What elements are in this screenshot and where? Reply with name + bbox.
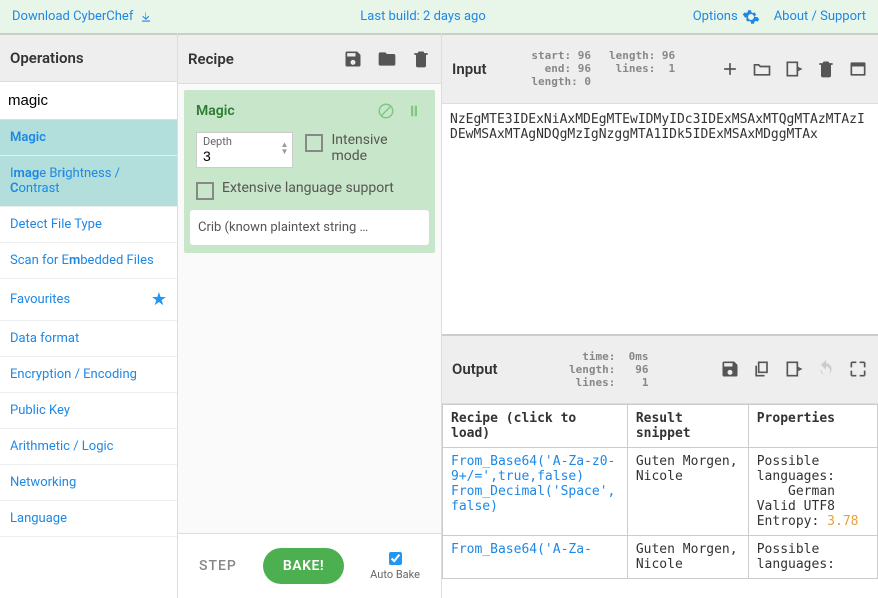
operation-item[interactable]: Language xyxy=(0,501,177,537)
recipe-header: Recipe xyxy=(178,33,441,84)
download-icon xyxy=(139,10,153,24)
op-card-title: Magic xyxy=(196,103,235,119)
maximize-icon[interactable] xyxy=(848,359,868,379)
depth-input[interactable] xyxy=(203,148,263,164)
recipe-toolbar xyxy=(343,49,431,69)
output-stats: time: 0ms length: 96 lines: 1 xyxy=(569,350,648,390)
stepper-icon[interactable]: ▲▼ xyxy=(281,141,289,155)
output-body: Recipe (click to load)Result snippetProp… xyxy=(442,404,878,598)
autobake-checkbox[interactable] xyxy=(389,552,402,565)
input-stats-length: length: 96 lines: 1 xyxy=(609,49,675,89)
autobake-label: Auto Bake xyxy=(370,568,420,581)
crib-field[interactable]: Crib (known plaintext string … xyxy=(190,210,429,245)
recipe-link-cell[interactable]: From_Base64('A-Za- xyxy=(443,536,628,579)
bake-button[interactable]: BAKE! xyxy=(263,548,344,584)
reset-layout-icon[interactable] xyxy=(848,59,868,79)
recipe-link-cell[interactable]: From_Base64('A-Za-z0-9+/=',true,false) F… xyxy=(443,448,628,536)
pause-icon[interactable] xyxy=(405,102,423,120)
operations-list: MagicImage Brightness / ContrastDetect F… xyxy=(0,120,177,598)
open-folder-icon[interactable] xyxy=(752,59,772,79)
operations-panel: Operations MagicImage Brightness / Contr… xyxy=(0,33,178,598)
folder-icon[interactable] xyxy=(377,49,397,69)
intensive-checkbox[interactable]: Intensive mode xyxy=(305,132,423,164)
operation-item[interactable]: Detect File Type xyxy=(0,207,177,243)
last-build-link[interactable]: Last build: 2 days ago xyxy=(360,9,485,24)
save-icon[interactable] xyxy=(343,49,363,69)
extensive-label: Extensive language support xyxy=(222,180,394,196)
operation-item[interactable]: Image Brightness / Contrast xyxy=(0,156,177,207)
operation-item[interactable]: Scan for Embedded Files xyxy=(0,243,177,279)
checkbox-icon xyxy=(305,134,323,152)
recipe-body: Magic Depth ▲▼ Intensive mode xyxy=(178,84,441,533)
input-title: Input xyxy=(452,60,487,78)
star-icon: ★ xyxy=(151,289,167,310)
operation-item[interactable]: Data format xyxy=(0,321,177,357)
operation-item[interactable]: Magic xyxy=(0,120,177,156)
recipe-panel: Recipe Magic Depth xyxy=(178,33,442,598)
output-title: Output xyxy=(452,360,498,378)
about-link[interactable]: About / Support xyxy=(774,9,866,24)
table-row: From_Base64('A-Za-Guten Morgen, NicolePo… xyxy=(443,536,878,579)
search-input[interactable] xyxy=(0,82,177,120)
replace-input-icon[interactable] xyxy=(784,359,804,379)
trash-icon[interactable] xyxy=(411,49,431,69)
operations-title: Operations xyxy=(0,33,177,82)
options-link[interactable]: Options xyxy=(693,8,760,26)
step-button[interactable]: STEP xyxy=(199,558,237,574)
operation-item[interactable]: Networking xyxy=(0,465,177,501)
download-link[interactable]: Download CyberChef xyxy=(12,9,153,24)
magic-table: Recipe (click to load)Result snippetProp… xyxy=(442,404,878,579)
result-cell: Guten Morgen, Nicole xyxy=(627,536,748,579)
recipe-title: Recipe xyxy=(188,50,234,68)
operation-item[interactable]: Favourites★ xyxy=(0,279,177,321)
autobake-toggle[interactable]: Auto Bake xyxy=(370,552,420,581)
clear-input-icon[interactable] xyxy=(816,59,836,79)
properties-cell: Possible languages: xyxy=(748,536,877,579)
disable-icon[interactable] xyxy=(377,102,395,120)
recipe-footer: STEP BAKE! Auto Bake xyxy=(178,533,441,598)
table-header: Recipe (click to load) xyxy=(443,405,628,448)
download-label: Download CyberChef xyxy=(12,9,133,24)
save-output-icon[interactable] xyxy=(720,359,740,379)
input-textarea[interactable]: NzEgMTE3IDExNiAxMDEgMTEwIDMyIDc3IDExMSAx… xyxy=(442,104,878,334)
depth-field[interactable]: Depth ▲▼ xyxy=(196,132,293,168)
intensive-label: Intensive mode xyxy=(331,132,423,164)
result-cell: Guten Morgen, Nicole xyxy=(627,448,748,536)
top-right: Options About / Support xyxy=(693,8,866,26)
copy-output-icon[interactable] xyxy=(752,359,772,379)
table-row: From_Base64('A-Za-z0-9+/=',true,false) F… xyxy=(443,448,878,536)
output-header: Output time: 0ms length: 96 lines: 1 xyxy=(442,334,878,405)
extensive-checkbox[interactable]: Extensive language support xyxy=(196,180,394,200)
checkbox-icon xyxy=(196,182,214,200)
output-toolbar xyxy=(720,359,868,379)
undo-icon[interactable] xyxy=(816,359,836,379)
operation-item[interactable]: Arithmetic / Logic xyxy=(0,429,177,465)
options-label: Options xyxy=(693,9,738,24)
gear-icon xyxy=(742,8,760,26)
table-header: Properties xyxy=(748,405,877,448)
table-header: Result snippet xyxy=(627,405,748,448)
operation-item[interactable]: Public Key xyxy=(0,393,177,429)
operation-item[interactable]: Encryption / Encoding xyxy=(0,357,177,393)
top-bar: Download CyberChef Last build: 2 days ag… xyxy=(0,0,878,33)
io-panel: Input start: 96 end: 96 length: 0 length… xyxy=(442,33,878,598)
properties-cell: Possible languages: German Valid UTF8 En… xyxy=(748,448,877,536)
input-stats-selection: start: 96 end: 96 length: 0 xyxy=(531,49,591,89)
add-tab-icon[interactable] xyxy=(720,59,740,79)
operation-card-magic: Magic Depth ▲▼ Intensive mode xyxy=(184,90,435,253)
depth-label: Depth xyxy=(203,135,286,148)
input-header: Input start: 96 end: 96 length: 0 length… xyxy=(442,33,878,104)
input-toolbar xyxy=(720,59,868,79)
open-file-icon[interactable] xyxy=(784,59,804,79)
